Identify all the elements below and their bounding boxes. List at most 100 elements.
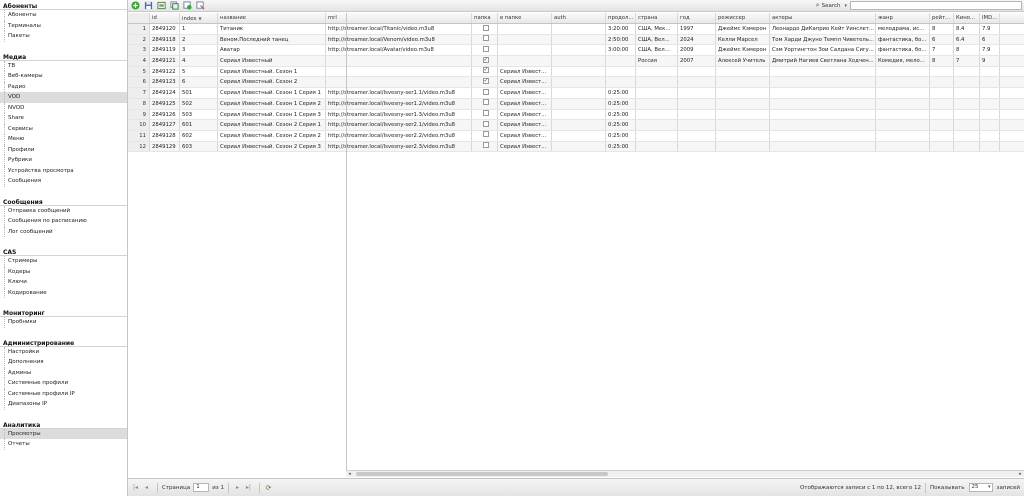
table-cell[interactable] — [980, 66, 1000, 77]
table-cell[interactable] — [930, 109, 954, 120]
table-cell[interactable] — [552, 130, 606, 141]
table-row[interactable]: 7 2849124 501 Сериал Известный. Сезон 1 Сер… — [128, 88, 1024, 99]
sidebar-item[interactable]: ТВ — [0, 60, 127, 72]
sidebar-item[interactable]: Пробники — [0, 317, 127, 328]
table-cell[interactable] — [980, 98, 1000, 109]
table-cell[interactable] — [636, 88, 678, 98]
table-cell[interactable] — [770, 120, 876, 130]
table-cell[interactable]: 3 — [180, 45, 218, 56]
table-cell[interactable]: 2849128 — [150, 130, 180, 141]
sidebar-item[interactable]: Профили — [0, 144, 127, 156]
table-cell[interactable] — [876, 98, 930, 109]
refresh-icon[interactable]: ⟳ — [264, 483, 273, 492]
table-cell[interactable]: 7.9 — [980, 45, 1000, 56]
sidebar-section-title[interactable]: Администрирование — [0, 337, 127, 347]
table-cell[interactable]: 0:25:00 — [606, 98, 636, 109]
sidebar-item[interactable]: Отправка сообщений — [0, 205, 127, 217]
table-cell[interactable] — [930, 141, 954, 152]
table-cell[interactable] — [716, 109, 770, 120]
table-cell[interactable] — [552, 45, 606, 56]
table-cell[interactable]: Сериал Известный. Сезон 1 Серия 1 — [218, 88, 326, 98]
table-cell[interactable] — [552, 120, 606, 130]
table-cell[interactable]: 0:25:00 — [606, 109, 636, 120]
save-button[interactable] — [143, 1, 153, 11]
sidebar-item[interactable]: Радио — [0, 81, 127, 93]
table-cell[interactable]: мелодрама, ис... — [876, 24, 930, 34]
column-header[interactable]: жанр — [876, 13, 930, 23]
table-cell[interactable] — [716, 120, 770, 130]
table-cell[interactable] — [678, 77, 716, 88]
table-cell[interactable] — [716, 98, 770, 109]
sidebar-item[interactable]: Абоненты — [0, 10, 127, 21]
column-header[interactable]: актеры — [770, 13, 876, 23]
table-row[interactable]: 1 2849120 1 Титаник http://streamer.local/Ti… — [128, 24, 1024, 35]
table-cell[interactable]: Сериал Извест... — [498, 130, 552, 141]
table-cell[interactable]: http://streamer.local/Isvesny-ser2.3/vid… — [326, 141, 472, 152]
table-cell[interactable]: http://streamer.local/Titanic/video.m3u8 — [326, 24, 472, 34]
table-cell[interactable]: 2009 — [678, 45, 716, 56]
table-cell[interactable] — [770, 141, 876, 152]
table-cell[interactable] — [552, 56, 606, 66]
table-cell[interactable] — [770, 98, 876, 109]
table-cell[interactable] — [678, 120, 716, 130]
table-cell[interactable] — [498, 56, 552, 66]
next-page-icon[interactable]: ▸ — [233, 483, 242, 492]
column-header[interactable]: IMDB... — [980, 13, 1000, 23]
table-cell[interactable]: США, Вел... — [636, 45, 678, 56]
search-label[interactable]: Search — [822, 3, 841, 9]
copy-button[interactable] — [169, 1, 179, 11]
table-cell[interactable]: 8 — [954, 45, 980, 56]
table-cell[interactable] — [678, 130, 716, 141]
folder-checkbox[interactable] — [482, 56, 489, 65]
column-header[interactable]: режиссер — [716, 13, 770, 23]
table-cell[interactable]: Сериал Извест... — [498, 141, 552, 152]
table-cell[interactable]: фантастика, бо... — [876, 34, 930, 45]
table-cell[interactable]: Алексей Учитель — [716, 56, 770, 66]
table-cell[interactable]: 2849119 — [150, 45, 180, 56]
table-cell[interactable] — [770, 66, 876, 77]
table-cell[interactable]: 503 — [180, 109, 218, 120]
sidebar-item[interactable]: Дополнения — [0, 357, 127, 368]
sidebar-section-title[interactable]: Абоненты — [0, 0, 127, 10]
sidebar-item[interactable]: Кодирование — [0, 287, 127, 299]
table-cell[interactable]: 2849125 — [150, 98, 180, 109]
table-cell[interactable]: 7.9 — [980, 24, 1000, 34]
table-cell[interactable] — [930, 130, 954, 141]
table-cell[interactable] — [636, 130, 678, 141]
table-cell[interactable] — [954, 98, 980, 109]
table-cell[interactable]: 5 — [180, 66, 218, 77]
table-cell[interactable]: 502 — [180, 98, 218, 109]
column-header[interactable]: продол... — [606, 13, 636, 23]
table-cell[interactable]: 603 — [180, 141, 218, 152]
column-header[interactable]: папка — [472, 13, 498, 23]
table-cell[interactable] — [636, 98, 678, 109]
sidebar-item[interactable]: Отчеты — [0, 439, 127, 450]
table-cell[interactable]: http://streamer.local/Isvesny-ser1.2/vid… — [326, 98, 472, 109]
column-header[interactable]: auth — [552, 13, 606, 23]
table-cell[interactable] — [552, 88, 606, 98]
table-cell[interactable] — [770, 109, 876, 120]
sidebar-item[interactable]: Системные профили — [0, 378, 127, 389]
table-cell[interactable]: Дмитрий Нагиев Светлана Ходчен... — [770, 56, 876, 66]
table-cell[interactable] — [678, 109, 716, 120]
table-cell[interactable] — [954, 66, 980, 77]
table-cell[interactable]: Титаник — [218, 24, 326, 34]
table-cell[interactable] — [954, 88, 980, 98]
table-cell[interactable] — [954, 77, 980, 88]
table-cell[interactable]: Веном.Последний танец — [218, 34, 326, 45]
table-cell[interactable]: Том Харди Джуно Темпл Чиветель... — [770, 34, 876, 45]
table-cell[interactable]: 7 — [954, 56, 980, 66]
table-cell[interactable] — [326, 66, 472, 77]
table-cell[interactable] — [770, 88, 876, 98]
table-cell[interactable]: Джеймс Кэмерон — [716, 45, 770, 56]
table-cell[interactable]: 2024 — [678, 34, 716, 45]
folder-checkbox[interactable] — [482, 131, 489, 138]
scrollbar-thumb[interactable] — [356, 472, 608, 476]
table-cell[interactable] — [930, 120, 954, 130]
folder-checkbox[interactable] — [482, 88, 489, 95]
folder-checkbox[interactable] — [482, 142, 489, 149]
table-cell[interactable] — [876, 120, 930, 130]
sidebar-item[interactable]: Веб-камеры — [0, 71, 127, 82]
table-cell[interactable] — [678, 98, 716, 109]
table-cell[interactable]: http://streamer.local/Isvesny-ser1.3/vid… — [326, 109, 472, 120]
